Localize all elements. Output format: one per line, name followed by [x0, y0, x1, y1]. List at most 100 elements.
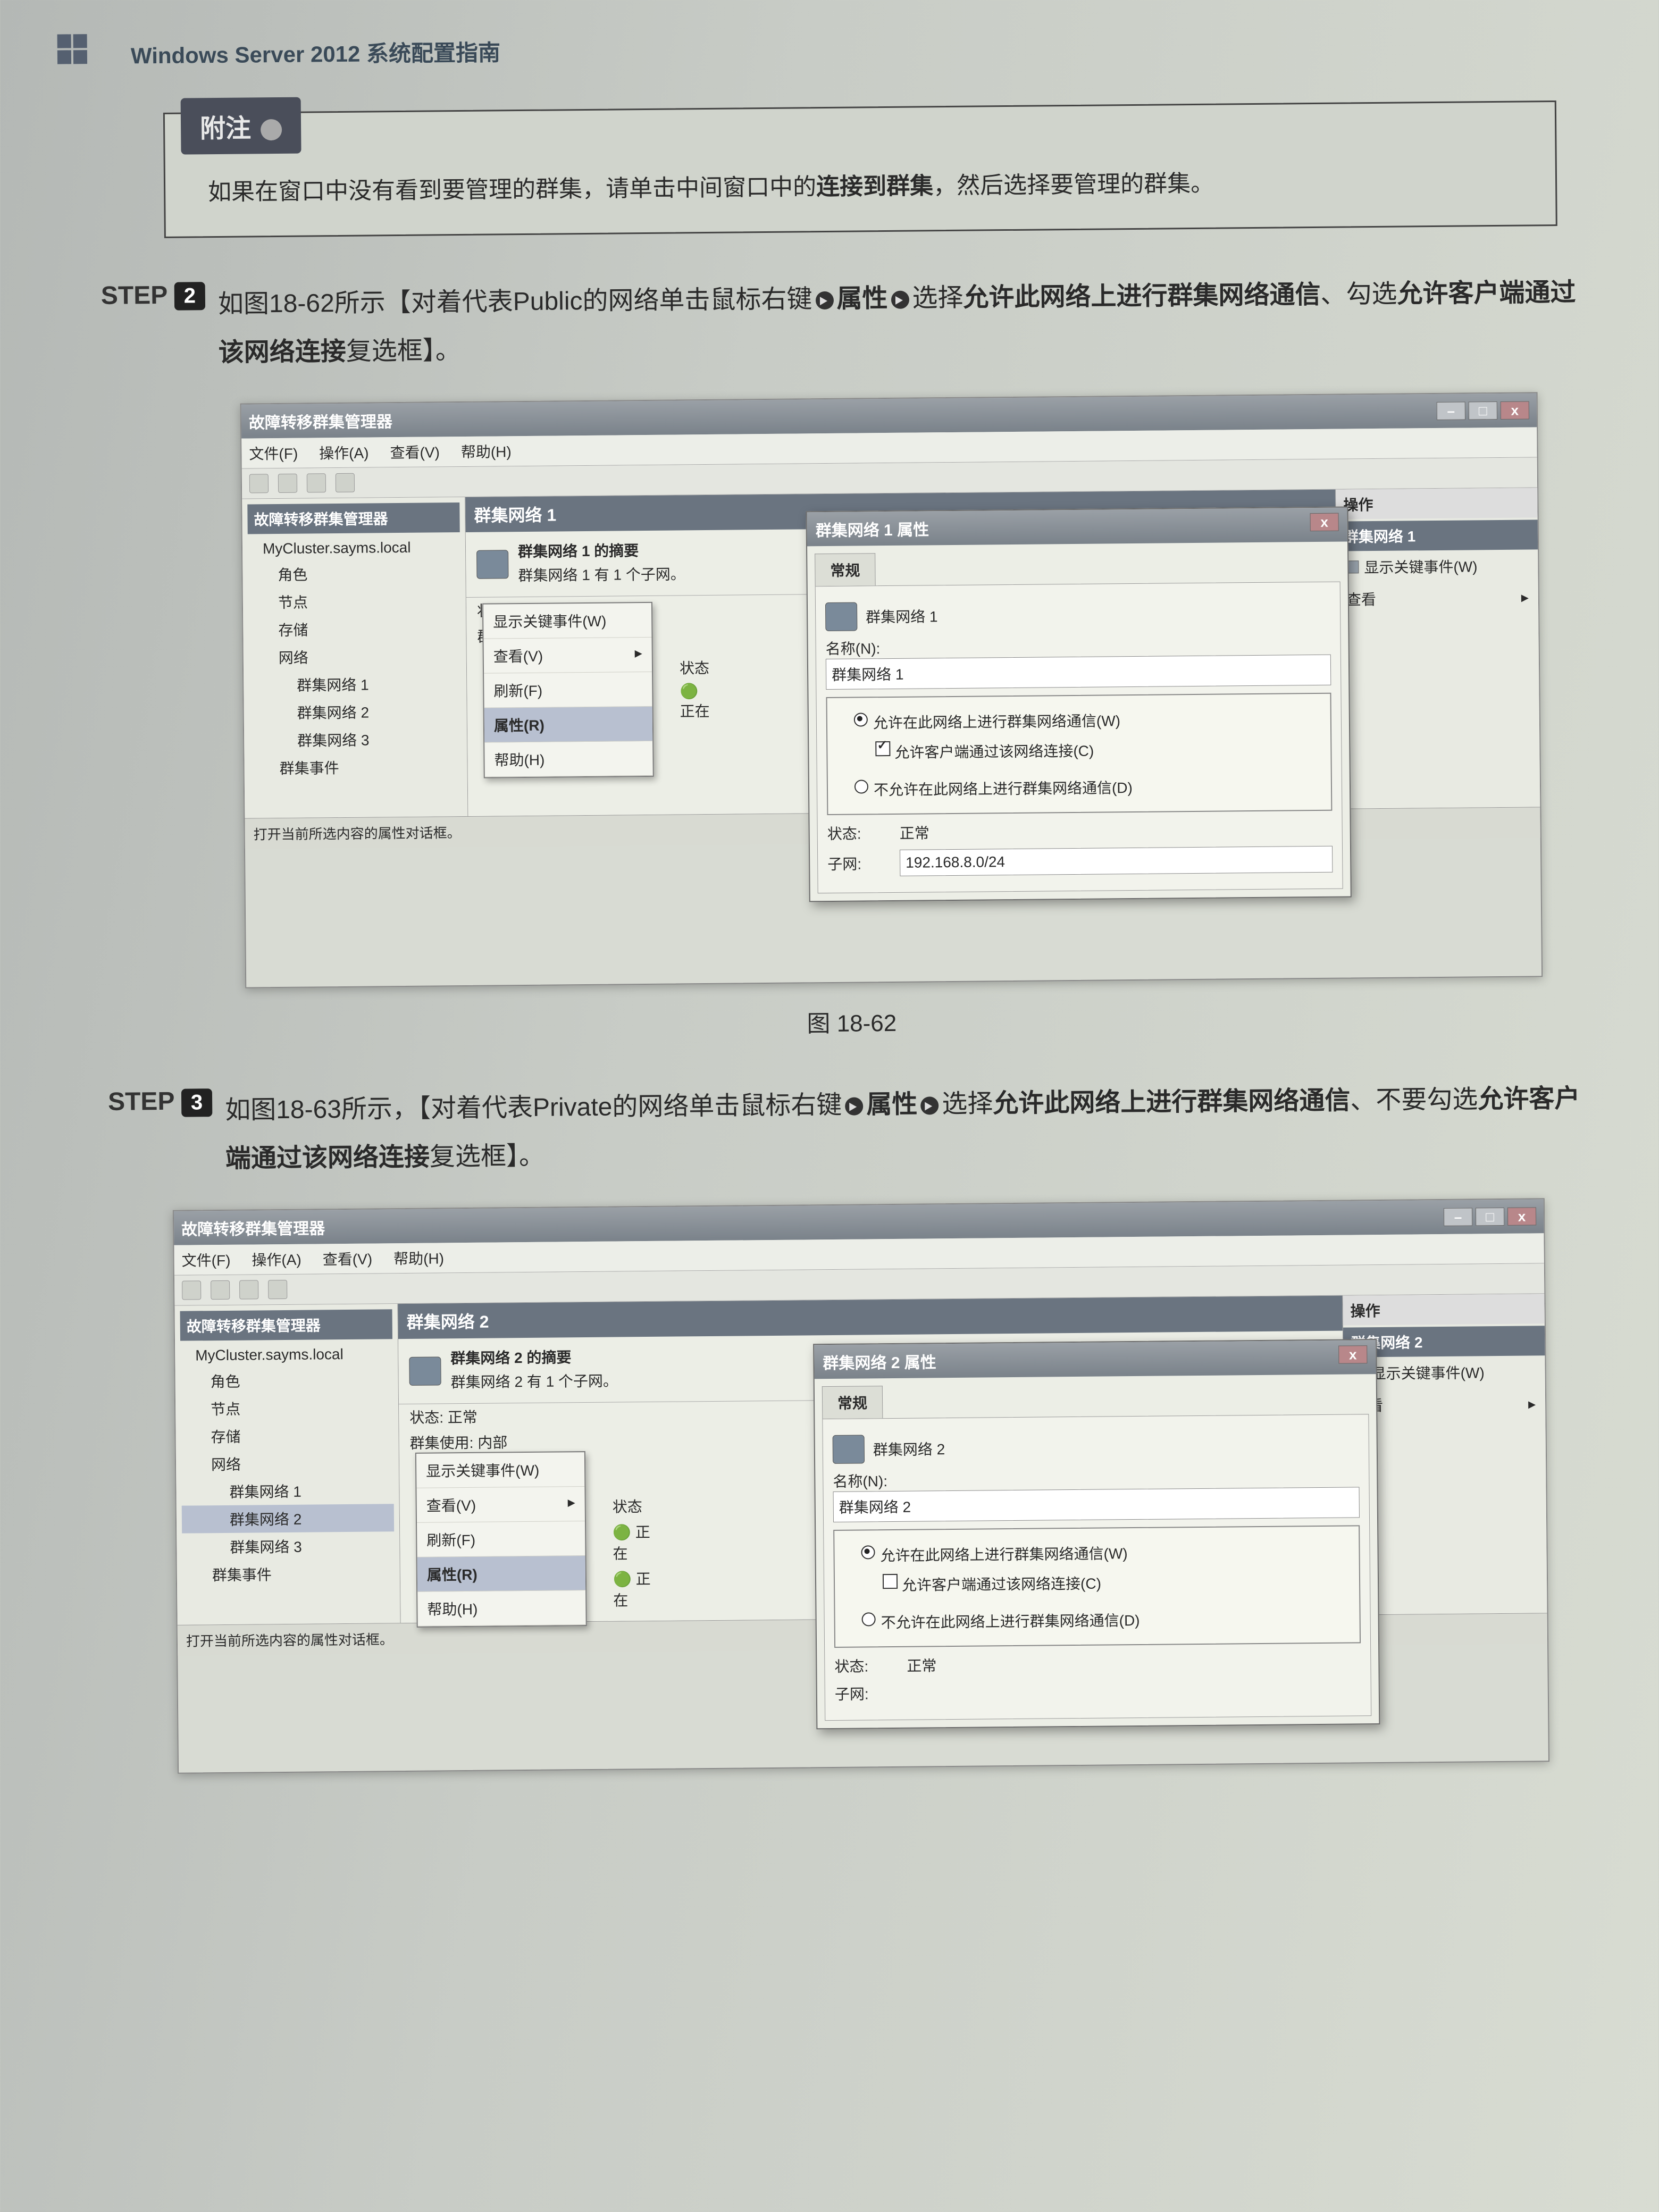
- tree-cluster[interactable]: MyCluster.sayms.local: [180, 1343, 392, 1368]
- tree-net-1[interactable]: 群集网络 1: [181, 1477, 393, 1506]
- menu-view[interactable]: 查看(V): [323, 1248, 373, 1270]
- summary-subtext: 群集网络 2 有 1 个子网。: [451, 1370, 618, 1395]
- ctx-help[interactable]: 帮助(H): [484, 741, 653, 777]
- close-button[interactable]: x: [1501, 401, 1529, 419]
- context-menu: 显示关键事件(W) 查看(V)▸ 刷新(F) 属性(R) 帮助(H): [482, 602, 654, 778]
- note-body: 如果在窗口中没有看到要管理的群集，请单击中间窗口中的连接到群集，然后选择要管理的…: [165, 158, 1556, 215]
- radio-disallow-comm[interactable]: 不允许在此网络上进行群集网络通信(D): [861, 1603, 1350, 1637]
- nav-back-button[interactable]: [249, 474, 269, 493]
- ctx-properties[interactable]: 属性(R): [484, 707, 653, 743]
- tree-networks[interactable]: 网络: [181, 1449, 393, 1478]
- menu-file[interactable]: 文件(F): [182, 1249, 231, 1271]
- tree-net-1[interactable]: 群集网络 1: [249, 669, 461, 699]
- ctx-show-events[interactable]: 显示关键事件(W): [416, 1452, 585, 1488]
- ctx-refresh[interactable]: 刷新(F): [484, 672, 652, 708]
- tree-events[interactable]: 群集事件: [182, 1560, 395, 1589]
- dialog-close-button[interactable]: x: [1338, 1346, 1367, 1364]
- maximize-button[interactable]: □: [1476, 1208, 1504, 1226]
- window-title: 故障转移群集管理器: [249, 408, 392, 433]
- network-adapter-icon: [833, 1435, 865, 1464]
- dialog-close-button[interactable]: x: [1310, 513, 1339, 531]
- menu-action[interactable]: 操作(A): [252, 1249, 301, 1270]
- ctx-show-events[interactable]: 显示关键事件(W): [483, 603, 652, 639]
- menu-file[interactable]: 文件(F): [249, 442, 298, 464]
- nav-forward-button[interactable]: [278, 474, 297, 493]
- tree-storage[interactable]: 存储: [181, 1421, 393, 1451]
- close-button[interactable]: x: [1507, 1208, 1536, 1226]
- tree-net-2[interactable]: 群集网络 2: [249, 697, 461, 726]
- actions-header: 操作: [1336, 488, 1537, 519]
- tree-storage[interactable]: 存储: [248, 614, 460, 643]
- ctx-view[interactable]: 查看(V)▸: [484, 638, 652, 674]
- step-2: STEP 2 如图18-62所示【对着代表Public的网络单击鼠标右键属性选择…: [101, 268, 1590, 378]
- ctx-properties[interactable]: 属性(R): [417, 1556, 586, 1592]
- nav-forward-button[interactable]: [211, 1280, 230, 1300]
- figure-18-63: 故障转移群集管理器 – □ x 文件(F) 操作(A) 查看(V) 帮助(H) …: [173, 1199, 1549, 1774]
- menu-help[interactable]: 帮助(H): [393, 1247, 444, 1269]
- tree-events[interactable]: 群集事件: [249, 752, 462, 782]
- help-button[interactable]: [336, 473, 355, 492]
- arrow-icon: [920, 1097, 939, 1115]
- network-adapter-icon: [825, 602, 857, 631]
- menu-view[interactable]: 查看(V): [390, 441, 440, 463]
- arrow-icon: [845, 1097, 863, 1116]
- menu-help[interactable]: 帮助(H): [461, 440, 512, 462]
- tree-root[interactable]: 故障转移群集管理器: [180, 1310, 392, 1341]
- minimize-button[interactable]: –: [1437, 401, 1465, 420]
- arrow-icon: [815, 291, 833, 309]
- refresh-button[interactable]: [307, 473, 326, 492]
- name-field[interactable]: 群集网络 2: [833, 1487, 1360, 1523]
- tree-net-3[interactable]: 群集网络 3: [182, 1532, 394, 1561]
- book-header: Windows Server 2012 系统配置指南: [131, 40, 501, 68]
- radio-disallow-comm[interactable]: 不允许在此网络上进行群集网络通信(D): [854, 770, 1321, 805]
- nav-back-button[interactable]: [182, 1281, 201, 1300]
- tab-general[interactable]: 常规: [822, 1386, 883, 1419]
- ctx-refresh[interactable]: 刷新(F): [417, 1521, 585, 1557]
- figure-caption-1: 图 18-62: [107, 998, 1596, 1044]
- minimize-button[interactable]: –: [1444, 1208, 1472, 1226]
- arrow-icon: [891, 291, 909, 309]
- dialog-net-name: 群集网络 2: [873, 1438, 945, 1460]
- network-adapter-icon: [409, 1357, 441, 1386]
- check-allow-clients[interactable]: 允许客户端通过该网络连接(C): [875, 733, 1321, 767]
- help-button[interactable]: [268, 1280, 287, 1299]
- dialog-title: 群集网络 2 属性: [823, 1350, 936, 1374]
- network-properties-dialog: 群集网络 2 属性 x 常规 群集网络 2 名称(N): 群集网络 2 允许在此…: [813, 1339, 1380, 1729]
- tree-nodes[interactable]: 节点: [181, 1394, 393, 1423]
- tree-net-2[interactable]: 群集网络 2: [182, 1504, 394, 1534]
- network-properties-dialog: 群集网络 1 属性 x 常规 群集网络 1 名称(N): 群集网络 1 允许在此…: [806, 506, 1351, 902]
- action-view[interactable]: 查看▸: [1337, 581, 1539, 615]
- ctx-view[interactable]: 查看(V)▸: [416, 1487, 585, 1523]
- window-title: 故障转移群集管理器: [181, 1216, 325, 1240]
- check-allow-clients[interactable]: 允许客户端通过该网络连接(C): [883, 1566, 1350, 1600]
- summary-title: 群集网络 2 的摘要: [450, 1346, 618, 1371]
- windows-logo-icon: [56, 33, 89, 65]
- step-3: STEP 3 如图18-63所示，【对着代表Private的网络单击鼠标右键属性…: [108, 1074, 1597, 1184]
- action-show-events[interactable]: 显示关键事件(W): [1336, 549, 1538, 583]
- tree-networks[interactable]: 网络: [249, 642, 461, 671]
- tree-nodes[interactable]: 节点: [248, 586, 460, 616]
- maximize-button[interactable]: □: [1469, 401, 1497, 420]
- dialog-title: 群集网络 1 属性: [816, 516, 929, 541]
- tree-role[interactable]: 角色: [180, 1366, 392, 1395]
- actions-header: 操作: [1343, 1294, 1544, 1326]
- tree-root[interactable]: 故障转移群集管理器: [247, 502, 459, 534]
- note-tab: 附注: [181, 97, 301, 155]
- note-box: 附注 如果在窗口中没有看到要管理的群集，请单击中间窗口中的连接到群集，然后选择要…: [163, 100, 1557, 238]
- refresh-button[interactable]: [239, 1280, 258, 1300]
- summary-subtext: 群集网络 1 有 1 个子网。: [518, 563, 685, 588]
- tree-net-3[interactable]: 群集网络 3: [249, 725, 462, 754]
- tree-role[interactable]: 角色: [248, 559, 460, 588]
- menu-action[interactable]: 操作(A): [319, 441, 369, 463]
- dialog-net-name: 群集网络 1: [866, 605, 938, 627]
- actions-subheader: 群集网络 1: [1336, 520, 1538, 551]
- radio-allow-comm[interactable]: 允许在此网络上进行群集网络通信(W): [861, 1536, 1349, 1570]
- figure-18-62: 故障转移群集管理器 – □ x 文件(F) 操作(A) 查看(V) 帮助(H) …: [240, 392, 1543, 988]
- tree-cluster[interactable]: MyCluster.sayms.local: [248, 535, 460, 560]
- radio-allow-comm[interactable]: 允许在此网络上进行群集网络通信(W): [854, 703, 1321, 738]
- name-field[interactable]: 群集网络 1: [826, 655, 1331, 690]
- tab-general[interactable]: 常规: [815, 553, 876, 586]
- network-adapter-icon: [476, 550, 508, 579]
- summary-title: 群集网络 1 的摘要: [518, 539, 685, 564]
- ctx-help[interactable]: 帮助(H): [417, 1590, 586, 1627]
